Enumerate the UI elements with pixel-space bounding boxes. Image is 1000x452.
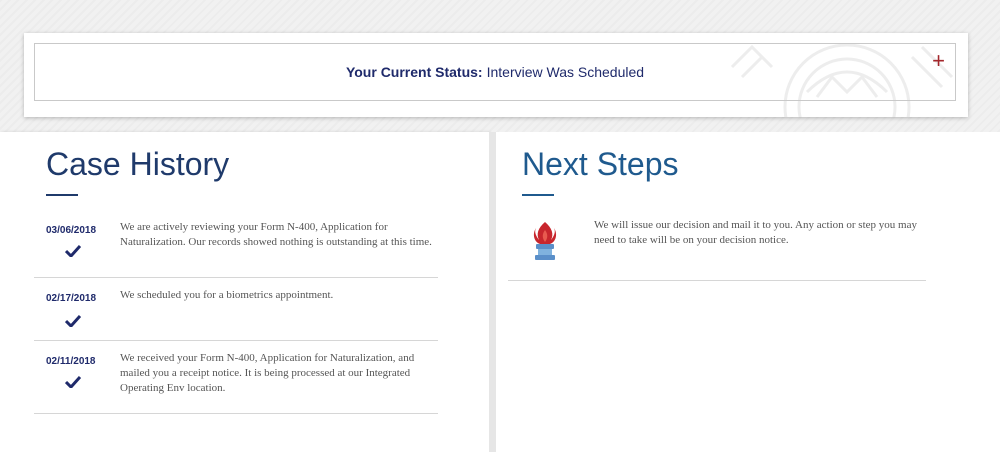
status-card: Your Current Status: Interview Was Sched… [24, 33, 968, 117]
history-description: We scheduled you for a biometrics appoin… [120, 289, 334, 301]
next-steps-title: Next Steps [522, 146, 679, 182]
history-item: 02/11/2018 We received your Form N-400, … [34, 341, 438, 414]
title-underline [522, 194, 554, 196]
history-description: We received your Form N-400, Application… [120, 352, 415, 394]
next-steps-item: We will issue our decision and mail it t… [508, 208, 926, 281]
history-date: 03/06/2018 [46, 225, 97, 236]
case-history-list: 03/06/2018 We are actively reviewing you… [34, 210, 438, 414]
panel-divider [489, 132, 496, 452]
expand-plus-icon[interactable]: + [932, 50, 945, 72]
history-item: 03/06/2018 We are actively reviewing you… [34, 210, 438, 278]
status-panel: Your Current Status: Interview Was Sched… [34, 43, 956, 101]
checkmark-icon [65, 376, 81, 388]
history-description: We are actively reviewing your Form N-40… [120, 221, 432, 248]
case-history-panel: Case History 03/06/2018 We are actively … [0, 132, 489, 452]
torch-icon [533, 222, 557, 260]
history-item: 02/17/2018 We scheduled you for a biomet… [34, 278, 438, 341]
next-steps-panel: Next Steps We will issue our decision an… [496, 132, 1000, 452]
checkmark-icon [65, 315, 81, 327]
next-steps-description: We will issue our decision and mail it t… [594, 219, 917, 246]
status-value: Interview Was Scheduled [486, 64, 645, 80]
checkmark-icon [65, 245, 81, 257]
status-label: Your Current Status: [345, 64, 483, 80]
history-date: 02/17/2018 [46, 293, 97, 304]
history-date: 02/11/2018 [46, 356, 96, 367]
case-history-title: Case History [46, 146, 230, 182]
title-underline [46, 194, 78, 196]
